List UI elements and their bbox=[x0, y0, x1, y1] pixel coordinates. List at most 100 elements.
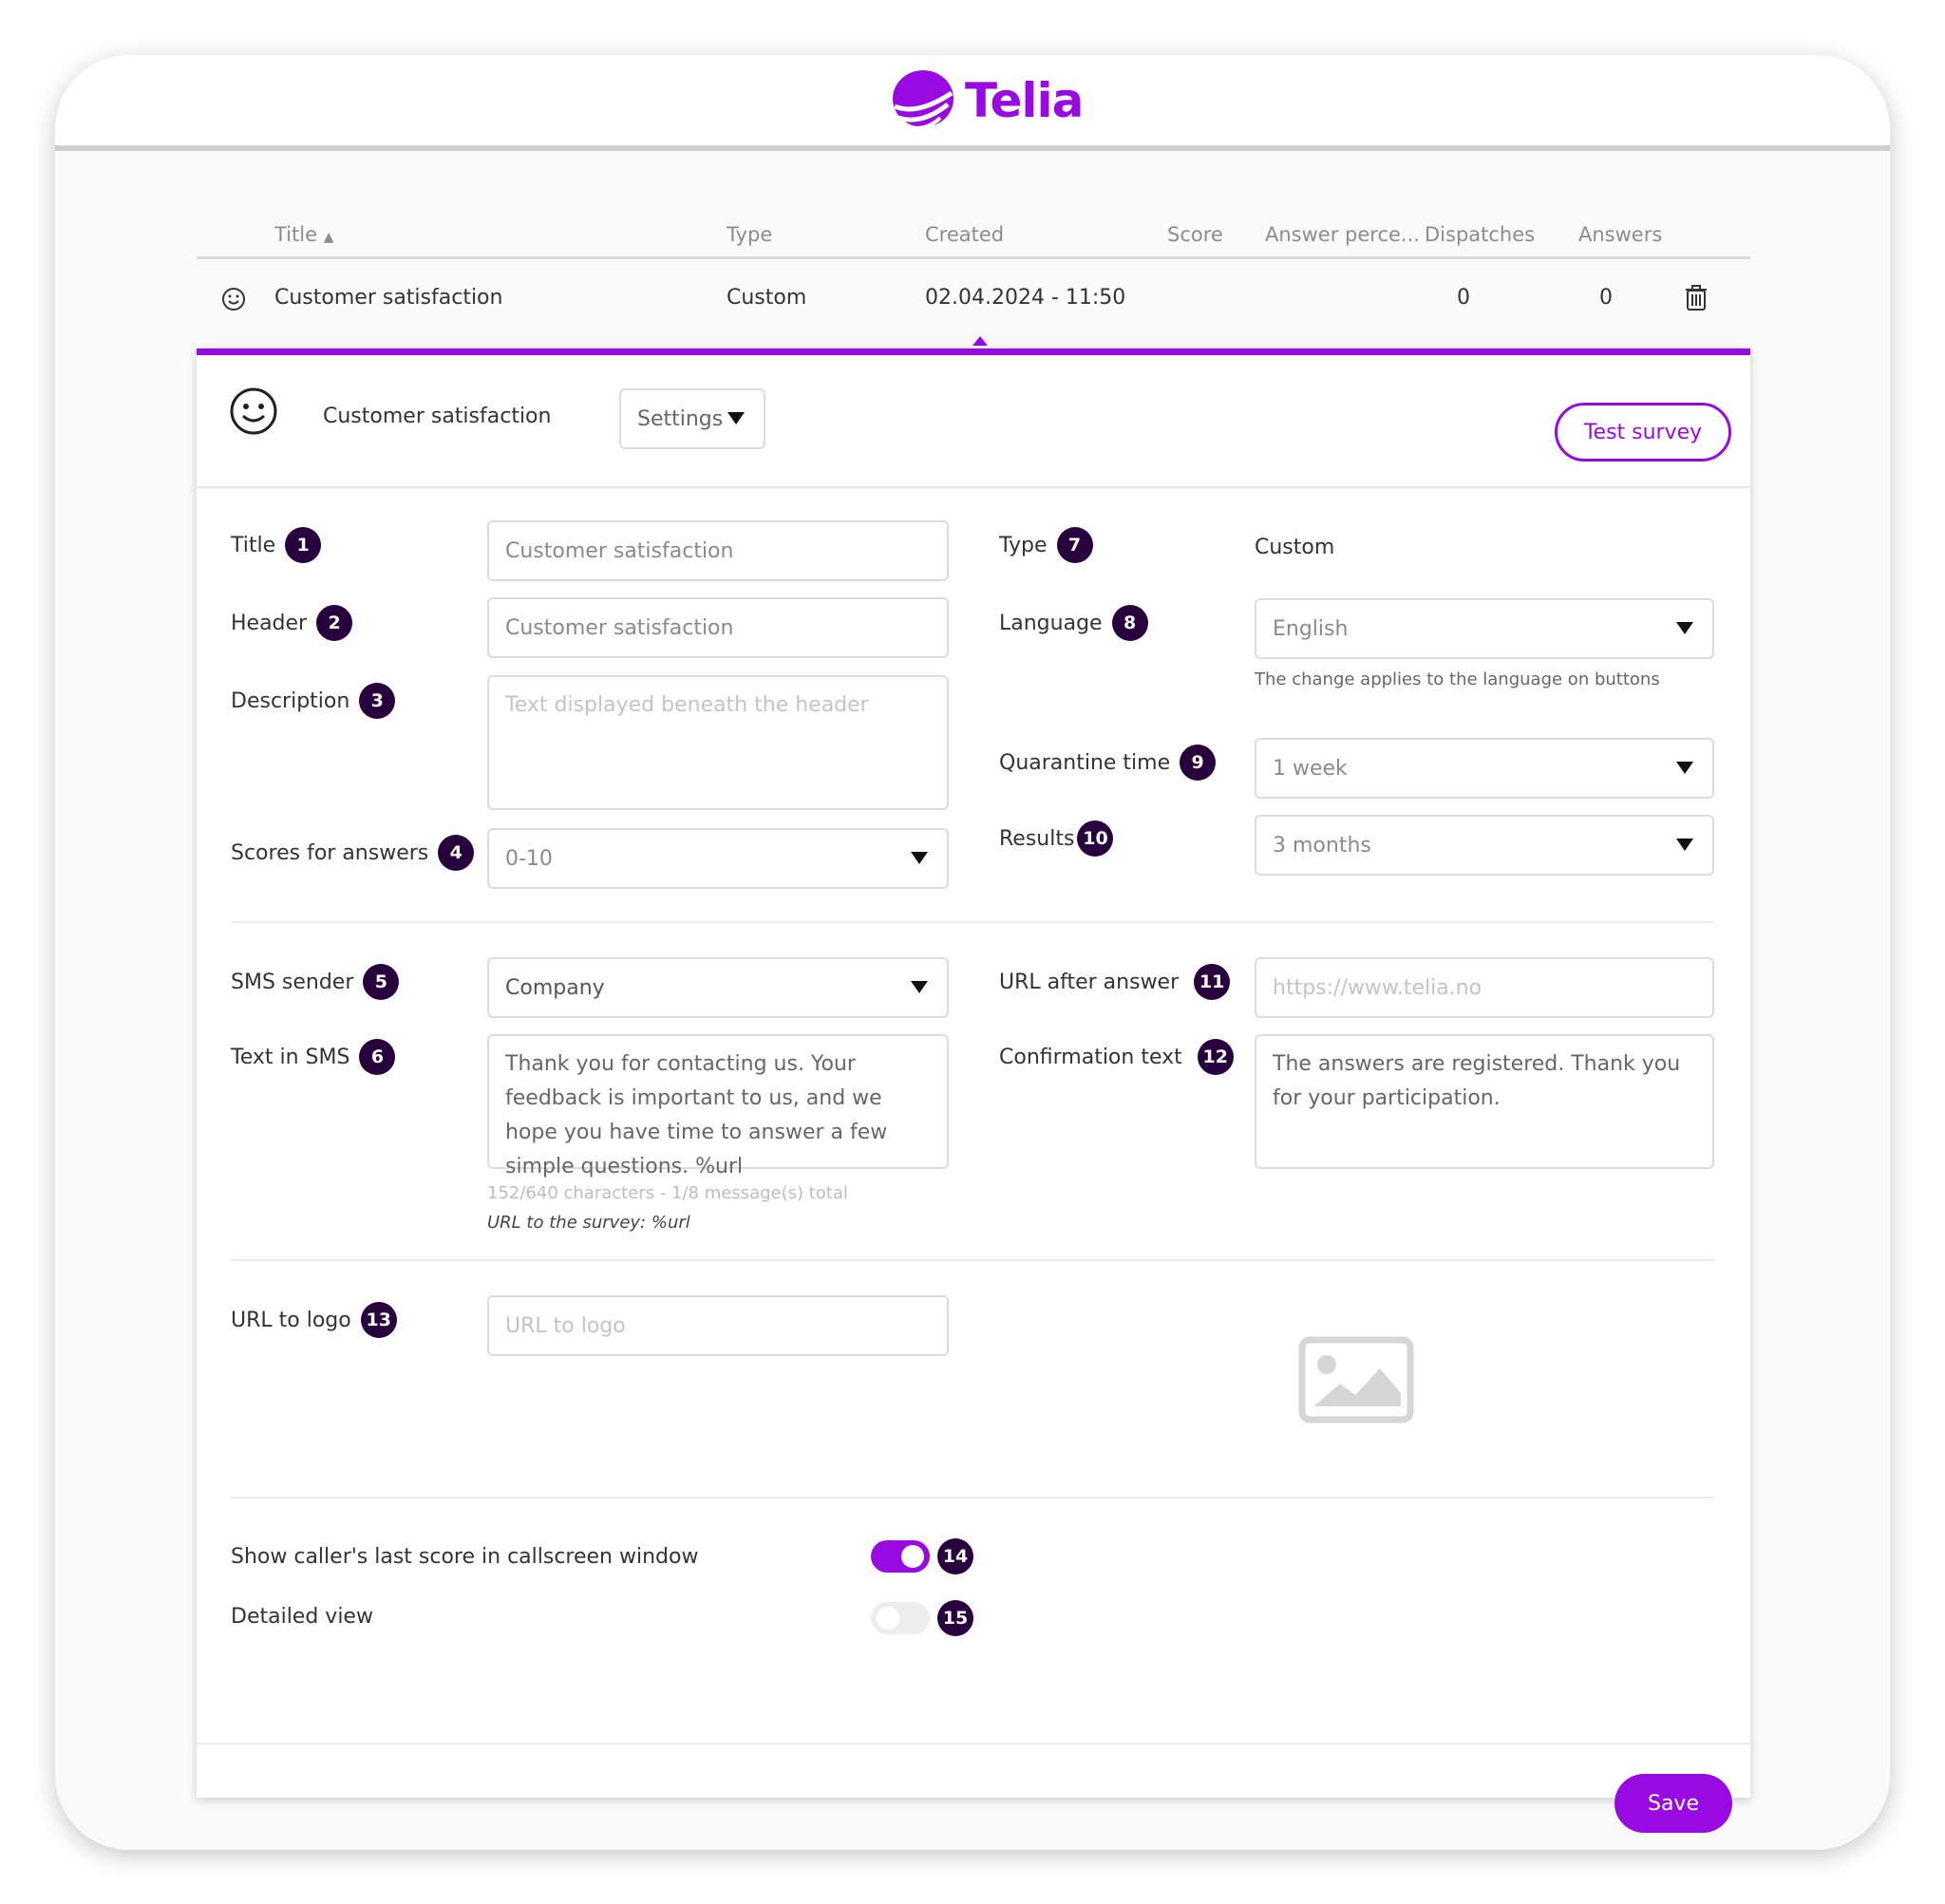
scores-label: Scores for answers 4 bbox=[231, 835, 475, 871]
type-label-text: Type bbox=[999, 533, 1048, 557]
language-label: Language 8 bbox=[999, 605, 1148, 641]
panel-survey-name: Customer satisfaction bbox=[323, 405, 552, 428]
url-logo-label-text: URL to logo bbox=[231, 1308, 351, 1332]
section-divider bbox=[231, 1259, 1714, 1261]
header-input[interactable]: Customer satisfaction bbox=[487, 597, 949, 658]
scores-select-value: 0-10 bbox=[505, 846, 553, 871]
text-in-sms-textarea[interactable]: Thank you for contacting us. Your feedba… bbox=[487, 1034, 949, 1178]
telia-logo-text: Telia bbox=[965, 73, 1084, 128]
title-input[interactable]: Customer satisfaction bbox=[487, 520, 949, 581]
footer-divider bbox=[197, 1743, 1750, 1744]
app-frame: Telia Title ▲ Type Created Score Answer … bbox=[55, 55, 1890, 1850]
table-row[interactable]: Customer satisfaction Custom 02.04.2024 … bbox=[197, 259, 1750, 343]
text-in-sms-label-text: Text in SMS bbox=[231, 1045, 350, 1069]
confirmation-label: Confirmation text 12 bbox=[999, 1039, 1234, 1075]
row-dispatches: 0 bbox=[1457, 286, 1470, 310]
detailed-view-label: Detailed view bbox=[231, 1605, 373, 1629]
url-after-label-text: URL after answer bbox=[999, 970, 1180, 994]
badge-12: 12 bbox=[1197, 1039, 1234, 1075]
url-after-label: URL after answer 11 bbox=[999, 964, 1231, 1000]
badge-4: 4 bbox=[438, 835, 475, 871]
toggle-knob bbox=[877, 1607, 899, 1630]
top-bar: Telia bbox=[55, 55, 1890, 151]
type-value: Custom bbox=[1255, 536, 1335, 559]
chevron-down-icon bbox=[911, 981, 928, 993]
test-survey-button[interactable]: Test survey bbox=[1555, 403, 1731, 462]
image-placeholder-icon bbox=[1298, 1336, 1414, 1423]
column-dispatches[interactable]: Dispatches bbox=[1425, 223, 1535, 246]
header-label: Header 2 bbox=[231, 605, 353, 641]
description-label-text: Description bbox=[231, 688, 350, 713]
toggle-knob bbox=[901, 1545, 924, 1568]
description-label: Description 3 bbox=[231, 683, 396, 719]
smiley-icon bbox=[222, 288, 245, 311]
badge-8: 8 bbox=[1111, 605, 1148, 641]
type-label: Type 7 bbox=[999, 527, 1093, 563]
column-type[interactable]: Type bbox=[727, 223, 772, 246]
badge-7: 7 bbox=[1056, 527, 1093, 563]
header-label-text: Header bbox=[231, 611, 308, 635]
quarantine-select[interactable]: 1 week bbox=[1255, 738, 1714, 799]
chevron-down-icon bbox=[911, 852, 928, 864]
row-title: Customer satisfaction bbox=[274, 286, 503, 310]
title-label-text: Title bbox=[231, 533, 276, 557]
column-answer-percent[interactable]: Answer perce... bbox=[1265, 223, 1420, 246]
badge-5: 5 bbox=[363, 964, 400, 1000]
sms-character-counter: 152/640 characters - 1/8 message(s) tota… bbox=[487, 1183, 848, 1203]
language-label-text: Language bbox=[999, 611, 1103, 635]
scores-select[interactable]: 0-10 bbox=[487, 828, 949, 889]
text-in-sms-label: Text in SMS 6 bbox=[231, 1039, 396, 1075]
save-button[interactable]: Save bbox=[1615, 1774, 1732, 1833]
language-help-text: The change applies to the language on bu… bbox=[1255, 669, 1660, 689]
settings-dropdown[interactable]: Settings bbox=[619, 388, 765, 449]
show-last-score-toggle[interactable] bbox=[871, 1540, 930, 1573]
badge-2: 2 bbox=[316, 605, 353, 641]
survey-table: Title ▲ Type Created Score Answer perce.… bbox=[197, 212, 1750, 343]
detailed-view-toggle[interactable] bbox=[871, 1602, 930, 1634]
telia-pebble-icon bbox=[893, 70, 954, 130]
chevron-down-icon bbox=[727, 412, 745, 424]
panel-header: Customer satisfaction Settings Test surv… bbox=[197, 355, 1750, 488]
badge-1: 1 bbox=[285, 527, 322, 563]
results-label: Results 10 bbox=[999, 820, 1114, 857]
trash-icon[interactable] bbox=[1685, 285, 1708, 311]
scores-label-text: Scores for answers bbox=[231, 840, 429, 865]
chevron-down-icon bbox=[1676, 762, 1693, 774]
quarantine-select-value: 1 week bbox=[1273, 756, 1348, 781]
column-title[interactable]: Title ▲ bbox=[274, 223, 333, 246]
badge-9: 9 bbox=[1180, 745, 1217, 781]
badge-10: 10 bbox=[1077, 820, 1114, 857]
column-created[interactable]: Created bbox=[925, 223, 1004, 246]
survey-editor-panel: Customer satisfaction Settings Test surv… bbox=[197, 349, 1750, 1833]
confirmation-label-text: Confirmation text bbox=[999, 1045, 1182, 1069]
telia-logo: Telia bbox=[889, 66, 1084, 135]
url-logo-input[interactable]: URL to logo bbox=[487, 1295, 949, 1356]
row-pointer bbox=[972, 336, 988, 346]
row-created: 02.04.2024 - 11:50 bbox=[925, 286, 1126, 310]
smiley-icon bbox=[230, 387, 277, 435]
column-answers[interactable]: Answers bbox=[1578, 223, 1662, 246]
results-label-text: Results bbox=[999, 826, 1075, 851]
badge-14: 14 bbox=[937, 1538, 973, 1574]
confirmation-textarea[interactable]: The answers are registered. Thank you fo… bbox=[1255, 1034, 1714, 1169]
badge-3: 3 bbox=[359, 683, 396, 719]
chevron-down-icon bbox=[1676, 839, 1693, 851]
language-select[interactable]: English bbox=[1255, 598, 1714, 659]
quarantine-label: Quarantine time 9 bbox=[999, 745, 1217, 781]
sms-sender-select[interactable]: Company bbox=[487, 957, 949, 1018]
results-select[interactable]: 3 months bbox=[1255, 815, 1714, 876]
url-logo-label: URL to logo 13 bbox=[231, 1302, 397, 1338]
row-answers: 0 bbox=[1599, 286, 1613, 310]
badge-11: 11 bbox=[1194, 964, 1231, 1000]
sms-sender-select-value: Company bbox=[505, 975, 605, 1000]
row-type: Custom bbox=[727, 286, 807, 310]
badge-6: 6 bbox=[359, 1039, 396, 1075]
results-select-value: 3 months bbox=[1273, 833, 1371, 858]
sms-url-hint: URL to the survey: %url bbox=[487, 1213, 690, 1233]
section-divider bbox=[231, 1497, 1714, 1499]
description-textarea[interactable]: Text displayed beneath the header bbox=[487, 675, 949, 810]
table-header: Title ▲ Type Created Score Answer perce.… bbox=[197, 212, 1750, 259]
column-score[interactable]: Score bbox=[1167, 223, 1223, 246]
url-after-input[interactable]: https://www.telia.no bbox=[1255, 957, 1714, 1018]
show-last-score-label: Show caller's last score in callscreen w… bbox=[231, 1545, 699, 1569]
